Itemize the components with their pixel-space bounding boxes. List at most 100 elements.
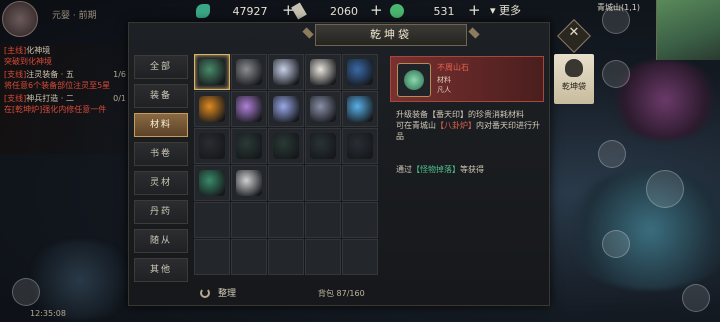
item-icon xyxy=(273,96,299,122)
item-type: 材料 xyxy=(437,76,451,84)
item-icon xyxy=(310,59,336,85)
skill-button[interactable] xyxy=(646,170,684,208)
furnace-link[interactable]: 【八卦炉】 xyxy=(436,121,476,130)
panel-title: 乾坤袋 xyxy=(315,24,467,46)
empty-slot[interactable] xyxy=(268,202,304,238)
item-slot[interactable] xyxy=(194,91,230,127)
caret-down-icon: ▾ xyxy=(490,4,496,17)
avatar[interactable] xyxy=(2,1,38,37)
hud-button[interactable] xyxy=(602,6,630,34)
item-icon xyxy=(236,133,262,159)
currency-jade: 47927 + xyxy=(196,1,295,20)
item-slot[interactable] xyxy=(268,91,304,127)
item-slot[interactable] xyxy=(194,165,230,201)
item-detail-header: 不周山石 材料 凡人 xyxy=(390,56,544,102)
empty-slot[interactable] xyxy=(231,202,267,238)
arrange-button[interactable]: 整理 xyxy=(200,286,236,299)
item-icon xyxy=(199,96,225,122)
item-icon xyxy=(199,133,225,159)
empty-slot[interactable] xyxy=(194,239,230,275)
bag-capacity: 背包 87/160 xyxy=(318,289,365,298)
item-slot[interactable] xyxy=(342,54,378,90)
item-icon xyxy=(273,59,299,85)
quest-item[interactable]: [支线]神兵打造 · 二 0/1 在[乾坤炉]强化内修任意一件 xyxy=(0,92,130,116)
item-slot[interactable] xyxy=(342,128,378,164)
item-grid xyxy=(194,54,380,275)
item-slot[interactable] xyxy=(268,128,304,164)
currency-bar: 47927 + 2060 + 531 + ▾ 更多 xyxy=(190,0,540,22)
currency-scroll: 2060 + xyxy=(291,1,383,20)
tab-category[interactable]: 书卷 xyxy=(134,142,188,166)
clock: 12:35:08 xyxy=(30,309,66,318)
quest-list[interactable]: [主线]化神境 突破到化神境 [支线]注灵装备 · 五 1/6 将任意6个装备部位注灵至… xyxy=(0,44,130,154)
item-icon xyxy=(236,170,262,196)
empty-slot[interactable] xyxy=(194,202,230,238)
empty-slot[interactable] xyxy=(305,239,341,275)
skill-button[interactable] xyxy=(602,230,630,258)
coin-icon xyxy=(390,4,404,18)
item-slot[interactable] xyxy=(231,128,267,164)
quest-item[interactable]: [主线]化神境 突破到化神境 xyxy=(0,44,130,68)
tab-category[interactable]: 灵材 xyxy=(134,171,188,195)
category-tabs: 全部装备材料书卷灵材丹药随从其他 xyxy=(134,55,188,287)
tab-category[interactable]: 全部 xyxy=(134,55,188,79)
more-button[interactable]: ▾ 更多 xyxy=(490,2,521,18)
attack-button[interactable] xyxy=(682,284,710,312)
tab-category[interactable]: 丹药 xyxy=(134,200,188,224)
add-coin-button[interactable]: + xyxy=(468,1,481,19)
empty-slot[interactable] xyxy=(305,165,341,201)
side-tab-bag[interactable]: 乾坤袋 xyxy=(554,54,594,104)
tab-category[interactable]: 其他 xyxy=(134,258,188,282)
item-detail-icon xyxy=(397,63,431,97)
item-icon xyxy=(199,170,225,196)
tab-category[interactable]: 材料 xyxy=(134,113,188,137)
item-slot[interactable] xyxy=(231,165,267,201)
joystick[interactable] xyxy=(12,278,40,306)
hud-button[interactable] xyxy=(602,60,630,88)
item-slot[interactable] xyxy=(231,91,267,127)
tab-category[interactable]: 装备 xyxy=(134,84,188,108)
item-slot[interactable] xyxy=(268,54,304,90)
item-icon xyxy=(347,96,373,122)
empty-slot[interactable] xyxy=(342,239,378,275)
scroll-icon xyxy=(291,2,307,20)
currency-coin: 531 + xyxy=(390,1,481,20)
empty-slot[interactable] xyxy=(231,239,267,275)
ornament-icon xyxy=(302,27,314,39)
refresh-icon xyxy=(200,287,210,298)
empty-slot[interactable] xyxy=(305,202,341,238)
ornament-icon xyxy=(468,27,480,39)
empty-slot[interactable] xyxy=(268,165,304,201)
item-slot[interactable] xyxy=(305,91,341,127)
item-description: 升级装备【番天印】的珍贵消耗材料 可在青城山【八卦炉】内对番天印进行升品 xyxy=(396,110,540,141)
skill-button[interactable] xyxy=(598,140,626,168)
item-icon xyxy=(199,59,225,85)
tab-category[interactable]: 随从 xyxy=(134,229,188,253)
bag-icon xyxy=(565,59,583,77)
minimap[interactable]: 青城山(1,1) xyxy=(597,0,720,60)
item-slot[interactable] xyxy=(342,91,378,127)
item-source: 通过【怪物掉落】等获得 xyxy=(396,165,484,174)
item-detail: 不周山石 材料 凡人 升级装备【番天印】的珍贵消耗材料 可在青城山【八卦炉】内对… xyxy=(390,56,544,286)
item-quality: 凡人 xyxy=(437,86,451,94)
item-icon xyxy=(347,59,373,85)
add-scroll-button[interactable]: + xyxy=(370,1,383,19)
monster-drop-link[interactable]: 【怪物掉落】 xyxy=(412,165,460,174)
item-slot[interactable] xyxy=(305,54,341,90)
empty-slot[interactable] xyxy=(342,165,378,201)
item-icon xyxy=(273,133,299,159)
item-slot[interactable] xyxy=(194,54,230,90)
empty-slot[interactable] xyxy=(268,239,304,275)
jade-icon xyxy=(196,4,210,18)
item-icon xyxy=(347,133,373,159)
item-icon xyxy=(236,59,262,85)
item-slot[interactable] xyxy=(194,128,230,164)
item-slot[interactable] xyxy=(231,54,267,90)
item-slot[interactable] xyxy=(305,128,341,164)
quest-item[interactable]: [支线]注灵装备 · 五 1/6 将任意6个装备部位注灵至5星 xyxy=(0,68,130,92)
item-icon xyxy=(310,133,336,159)
item-name: 不周山石 xyxy=(437,63,469,72)
empty-slot[interactable] xyxy=(342,202,378,238)
item-icon xyxy=(310,96,336,122)
player-realm: 元婴 · 前期 xyxy=(52,11,97,21)
